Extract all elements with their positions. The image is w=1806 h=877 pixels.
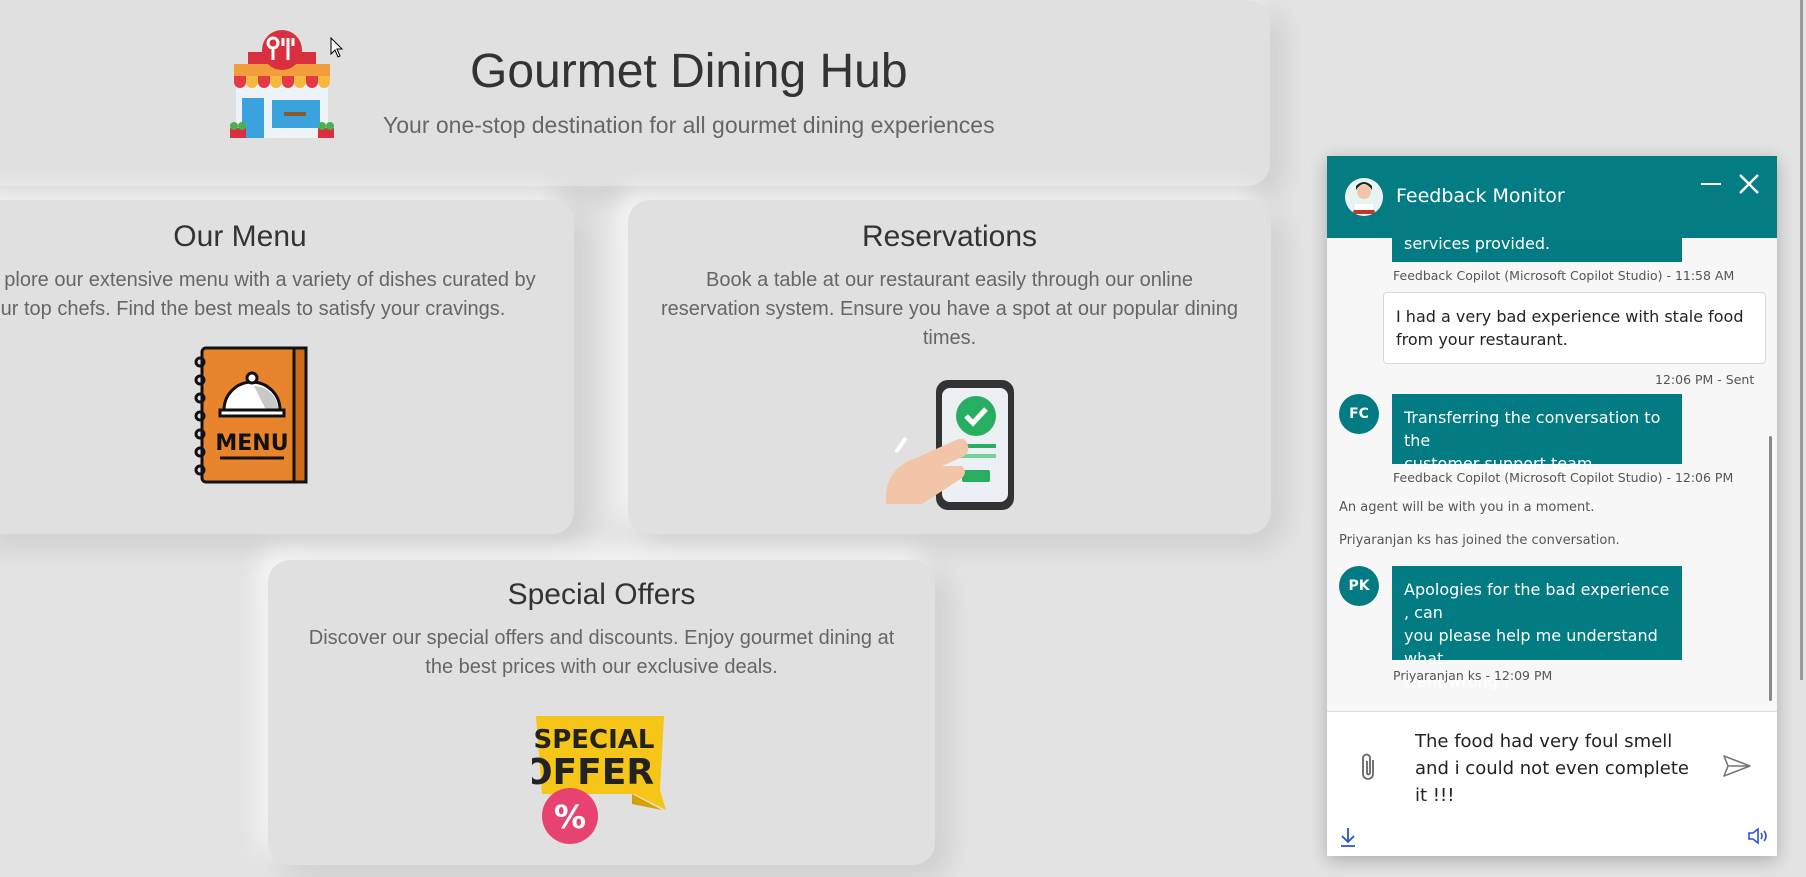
offers-card-text-line2: the best prices with our exclusive deals… [425,656,778,678]
bot-message-text: services provided. [1404,234,1551,253]
special-offer-tag-icon: SPECIAL OFFER % [522,712,672,853]
paperclip-icon[interactable] [1359,752,1379,786]
chat-header: Feedback Monitor [1327,156,1777,238]
agent-message-bubble: Apologies for the bad experience , can y… [1392,566,1682,691]
bot-avatar-initials: FC [1339,394,1379,434]
menu-card[interactable]: Our Menu plore our extensive menu with a… [0,200,574,534]
percent-badge: % [554,798,586,836]
download-icon[interactable] [1339,826,1357,852]
agent-message-line1: Apologies for the bad experience , can [1404,580,1670,622]
agent-avatar-initials: PK [1339,566,1379,606]
bot-message-bubble: Transferring the conversation to the cus… [1392,394,1682,473]
menu-card-text-line1: plore our extensive menu with a variety … [4,269,536,291]
message-input[interactable]: The food had very foul smell and i could… [1415,728,1705,809]
message-meta: Priyaranjan ks - 12:09 PM [1393,668,1553,683]
system-message: Priyaranjan ks has joined the conversati… [1339,533,1620,548]
menu-card-text-line2: ur top chefs. Find the best meals to sat… [0,298,506,320]
restaurant-storefront-icon [226,30,338,147]
reservations-card-text-line3: times. [922,327,977,349]
reservations-card-text-line1: Book a table at our restaurant easily th… [706,269,1193,291]
bot-avatar [1345,178,1383,216]
message-meta: Feedback Copilot (Microsoft Copilot Stud… [1393,470,1734,485]
speaker-icon[interactable] [1747,826,1769,850]
menu-card-title: Our Menu [173,220,307,253]
close-icon[interactable] [1737,172,1761,196]
minimize-icon[interactable] [1699,172,1723,196]
offers-card-title: Special Offers [507,578,696,611]
reservations-card-text-line2: reservation system. Ensure you have a sp… [661,298,1238,320]
menu-icon-label: MENU [215,431,288,456]
mouse-cursor-icon [330,36,344,64]
user-message-bubble: I had a very bad experience with stale f… [1383,292,1766,364]
agent-message-line2: you please help me understand what [1404,626,1658,668]
page-subtitle: Your one-stop destination for all gourme… [383,112,995,138]
user-message-line2: from your restaurant. [1396,330,1568,349]
offers-card-text-line1: Discover our special offers and discount… [308,627,895,649]
send-icon[interactable] [1722,754,1752,782]
bot-message-line1: Transferring the conversation to the [1404,408,1661,450]
user-message-line1: I had a very bad experience with stale f… [1396,307,1744,326]
chat-scrollbar[interactable] [1769,436,1772,701]
menu-book-icon: MENU [194,346,310,491]
message-input-line3: it !!! [1415,785,1455,806]
offer-tag-line2: OFFER [532,752,654,793]
chat-widget[interactable]: Feedback Monitor services provided. Feed… [1327,156,1777,856]
chat-input-area[interactable]: The food had very foul smell and i could… [1327,711,1777,856]
system-message: An agent will be with you in a moment. [1339,500,1595,515]
message-meta: Feedback Copilot (Microsoft Copilot Stud… [1393,268,1735,283]
message-input-line2: and i could not even complete [1415,758,1689,779]
reservations-card[interactable]: Reservations Book a table at our restaur… [628,200,1271,534]
page-scrollbar[interactable] [1800,0,1803,680]
special-offers-card[interactable]: Special Offers Discover our special offe… [268,560,935,865]
page-title: Gourmet Dining Hub [470,45,908,98]
phone-checkmark-icon [884,378,1020,519]
message-meta: 12:06 PM - Sent [1655,372,1755,387]
message-input-line1: The food had very foul smell [1415,731,1673,752]
header-card: Gourmet Dining Hub Your one-stop destina… [0,0,1270,186]
offer-tag-line1: SPECIAL [534,725,655,755]
reservations-card-title: Reservations [861,220,1038,253]
chat-title: Feedback Monitor [1396,185,1565,207]
bot-message-bubble: services provided. [1392,236,1682,262]
